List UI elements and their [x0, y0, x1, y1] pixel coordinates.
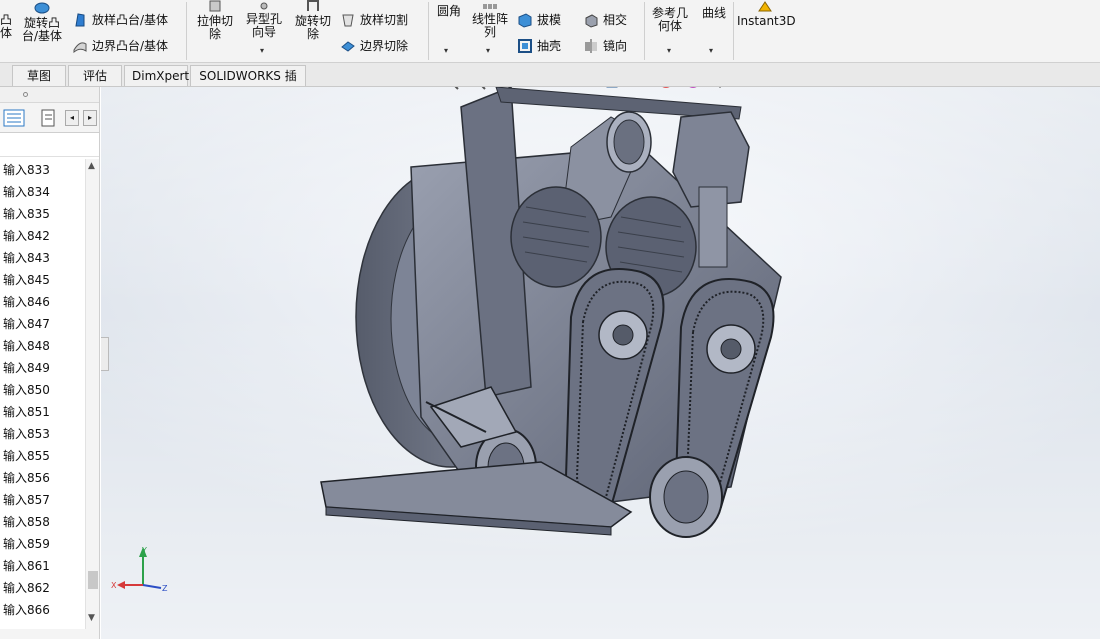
triad-x-arrow-icon: [117, 581, 125, 589]
ribbon-separator: [186, 2, 187, 60]
hole-wizard-icon: [260, 2, 268, 10]
boundary-cut-button[interactable]: 边界切除: [340, 38, 408, 54]
tab-dimxpert[interactable]: DimXpert: [124, 65, 189, 86]
tree-item[interactable]: 输入851: [0, 401, 85, 423]
graphics-viewport[interactable]: Y X Z: [101, 87, 1100, 639]
triad-z-label: Z: [162, 584, 168, 593]
tree-item[interactable]: 输入861: [0, 555, 85, 577]
linear-pattern-icon: [483, 4, 497, 9]
machine-3d-model[interactable]: [311, 87, 831, 557]
intersect-icon: [585, 14, 598, 28]
feature-manager-panel: ◂ ▸ 输入833 输入834 输入835 输入842 输入843 输入845 …: [0, 87, 100, 639]
revolved-cut-icon: [307, 0, 319, 11]
tree-item[interactable]: 输入859: [0, 533, 85, 555]
panel-grip-icon[interactable]: [23, 92, 28, 97]
command-tabs-bar: 草图 评估 DimXpert SOLIDWORKS 插件: [0, 63, 1100, 103]
intersect-button[interactable]: 相交: [583, 12, 627, 28]
fillet-dropdown-icon[interactable]: ▾: [444, 46, 448, 55]
hole-wizard-button[interactable]: 异型孔 向导: [242, 0, 286, 39]
tab-evaluate[interactable]: 评估: [68, 65, 122, 86]
tree-item[interactable]: 输入846: [0, 291, 85, 313]
loft-boss-button[interactable]: 放样凸台/基体: [72, 12, 168, 28]
lofted-cut-icon: [342, 14, 354, 27]
extruded-cut-icon: [209, 0, 221, 12]
draft-button[interactable]: 拔模: [517, 12, 561, 28]
tree-item[interactable]: 输入842: [0, 225, 85, 247]
tree-vertical-scrollbar[interactable]: ▲ ▼: [85, 159, 99, 629]
instant3d-button[interactable]: Instant3D: [737, 0, 796, 28]
tree-item[interactable]: 输入850: [0, 379, 85, 401]
panel-tabs: ◂ ▸: [0, 103, 99, 133]
mirror-button[interactable]: 镜向: [583, 38, 627, 54]
tab-sketch[interactable]: 草图: [12, 65, 66, 86]
tree-item[interactable]: 输入856: [0, 467, 85, 489]
mirror-icon: [585, 39, 597, 53]
boundary-boss-button[interactable]: 边界凸台/基体: [72, 38, 168, 54]
command-manager-ribbon: 凸 体 旋转凸 台/基体 放样凸台/基体 边界凸台/基体 拉伸切 除 异型孔 向…: [0, 0, 1100, 63]
boundary-cut-icon: [341, 41, 355, 52]
draft-icon: [518, 13, 532, 28]
tree-item[interactable]: 输入834: [0, 181, 85, 203]
boundary-boss-icon: [73, 42, 87, 54]
tree-item[interactable]: 输入843: [0, 247, 85, 269]
triad-z-axis: [142, 584, 162, 589]
fillet-button[interactable]: 圆角: [432, 5, 466, 18]
panel-collapse-handle[interactable]: [101, 337, 109, 371]
tab-scroll-left-icon[interactable]: ◂: [65, 110, 79, 126]
tree-item[interactable]: 输入849: [0, 357, 85, 379]
tree-item[interactable]: 输入857: [0, 489, 85, 511]
tree-item[interactable]: 输入845: [0, 269, 85, 291]
tree-item[interactable]: 输入858: [0, 511, 85, 533]
tree-item[interactable]: 输入853: [0, 423, 85, 445]
feature-tree: 输入833 输入834 输入835 输入842 输入843 输入845 输入84…: [0, 159, 85, 629]
reference-geometry-button[interactable]: 参考几 何体: [648, 7, 692, 33]
revolve-boss-icon: [34, 2, 50, 14]
triad-x-label: X: [111, 581, 117, 590]
revolve-boss-button[interactable]: 旋转凸 台/基体: [17, 0, 67, 43]
tree-horizontal-scrollbar[interactable]: [0, 629, 99, 639]
curves-button[interactable]: 曲线: [698, 7, 730, 20]
hole-wizard-dropdown-icon[interactable]: ▾: [260, 46, 264, 55]
property-manager-tab-icon[interactable]: [38, 109, 60, 127]
ribbon-separator: [733, 2, 734, 60]
ribbon-separator: [428, 2, 429, 60]
ribbon-separator: [644, 2, 645, 60]
revolved-cut-button[interactable]: 旋转切 除: [290, 0, 336, 41]
tree-item[interactable]: 输入835: [0, 203, 85, 225]
tab-solidworks-addins[interactable]: SOLIDWORKS 插件: [190, 65, 306, 103]
tree-item[interactable]: 输入855: [0, 445, 85, 467]
feature-tree-tab-icon[interactable]: [3, 109, 25, 127]
shell-icon: [518, 39, 532, 53]
tab-scroll-right-icon[interactable]: ▸: [83, 110, 97, 126]
tree-item[interactable]: 输入866: [0, 599, 85, 621]
tree-item[interactable]: 输入848: [0, 335, 85, 357]
loft-boss-icon: [75, 13, 85, 27]
extruded-cut-button[interactable]: 拉伸切 除: [192, 0, 238, 41]
reference-geometry-dropdown-icon[interactable]: ▾: [667, 46, 671, 55]
linear-pattern-dropdown-icon[interactable]: ▾: [486, 46, 490, 55]
linear-pattern-button[interactable]: 线性阵 列: [468, 0, 512, 39]
instant3d-icon: [758, 1, 772, 12]
shell-button[interactable]: 抽壳: [517, 38, 561, 54]
curves-dropdown-icon[interactable]: ▾: [709, 46, 713, 55]
tree-item[interactable]: 输入833: [0, 159, 85, 181]
tree-filter[interactable]: [0, 133, 99, 157]
scroll-up-icon[interactable]: ▲: [88, 161, 95, 171]
triad-y-label: Y: [141, 546, 147, 555]
tree-item[interactable]: 输入847: [0, 313, 85, 335]
lofted-cut-button[interactable]: 放样切割: [340, 12, 408, 28]
scroll-down-icon[interactable]: ▼: [88, 613, 95, 623]
coordinate-triad: Y X Z: [111, 546, 168, 593]
partial-boss-button[interactable]: 凸 体: [0, 14, 12, 40]
panel-header: [0, 87, 99, 103]
scrollbar-thumb[interactable]: [88, 571, 98, 589]
tree-item[interactable]: 输入862: [0, 577, 85, 599]
